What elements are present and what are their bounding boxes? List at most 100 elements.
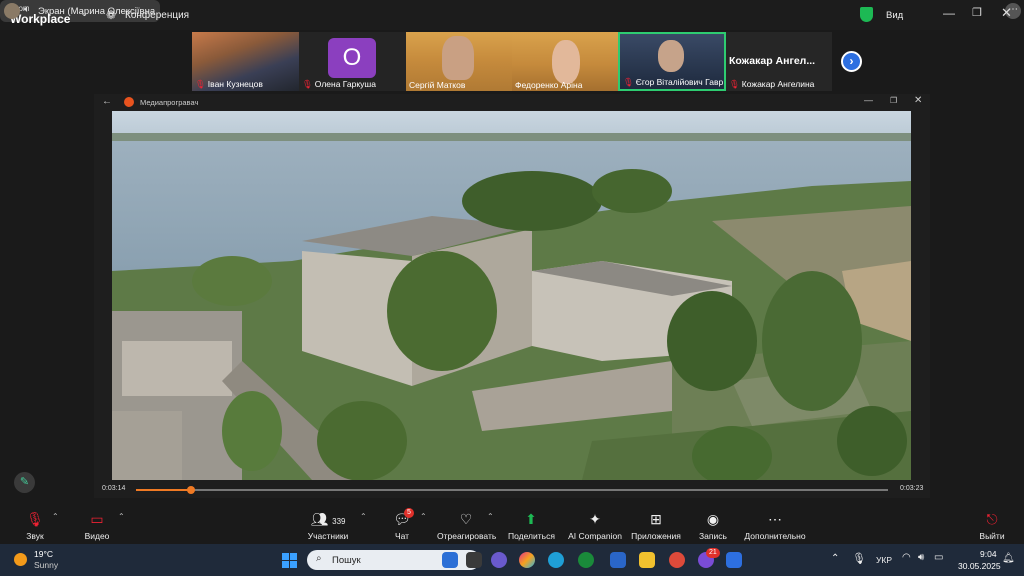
participant-name: 🎙︎ Іван Кузнецов <box>195 79 263 89</box>
search-placeholder: Пошук <box>332 555 361 566</box>
participant-video <box>658 40 684 72</box>
mic-icon[interactable]: 🎙︎ <box>852 552 866 565</box>
record-label: Запись <box>699 531 727 541</box>
taskbar-app-icon[interactable] <box>442 552 458 568</box>
sparkle-icon: ✦ <box>589 511 601 527</box>
store-icon[interactable] <box>610 552 626 568</box>
mic-muted-icon: 🎙︎ <box>623 77 634 87</box>
seek-bar[interactable]: 0:03:14 0:03:23 <box>94 480 930 498</box>
video-options-caret[interactable]: ⌃ <box>118 512 125 521</box>
record-icon: ◉ <box>706 511 720 527</box>
participant-tile-active-speaker[interactable]: 🎙︎ Єгор Віталійович Гавр... <box>618 32 726 91</box>
participant-name: Сергій Матков <box>409 80 466 90</box>
clock-time[interactable]: 9:04 <box>980 549 997 559</box>
player-title: Медиапрогравач <box>140 98 199 107</box>
participant-title: Кожакар Ангел... <box>729 55 816 67</box>
input-language[interactable]: УКР <box>876 555 892 565</box>
teams-icon[interactable] <box>491 552 507 568</box>
leave-button[interactable]: ⎋ Выйти <box>978 510 1006 541</box>
apps-button[interactable]: ⊞ Приложения <box>631 510 681 541</box>
mic-muted-icon: 🎙︎ <box>195 79 206 89</box>
progress-thumb[interactable] <box>186 486 195 494</box>
video-button[interactable]: ▭ Видео <box>82 510 112 541</box>
wifi-icon[interactable]: ◠ <box>902 552 911 563</box>
task-view-icon[interactable] <box>466 552 482 568</box>
ai-companion-button[interactable]: ✦ AI Companion <box>568 510 622 541</box>
back-arrow-icon[interactable]: ← <box>102 96 112 107</box>
apps-icon: ⊞ <box>650 511 662 527</box>
more-button[interactable]: ⋯ Дополнительно <box>742 510 808 541</box>
apps-label: Приложения <box>631 531 681 541</box>
browser-icon[interactable] <box>669 552 685 568</box>
maximize-icon[interactable]: ❐ <box>890 96 897 105</box>
leave-label: Выйти <box>979 531 1005 541</box>
shield-icon[interactable] <box>860 7 873 22</box>
share-button[interactable]: ⬆︎ Поделиться <box>508 510 555 541</box>
participant-name: 🎙︎ Єгор Віталійович Гавр... <box>623 77 726 87</box>
avatar: О <box>328 38 376 78</box>
notification-bell-icon[interactable]: 🔔︎ <box>1002 553 1015 564</box>
participant-name: 🎙︎ Кожакар Ангелина <box>729 79 815 89</box>
zoom-taskbar-icon[interactable] <box>726 552 742 568</box>
participant-tile[interactable]: Федоренко Аріна <box>512 32 618 91</box>
next-page-button[interactable]: › <box>841 51 862 72</box>
leave-icon: ⎋ <box>986 511 998 527</box>
participants-label: Участники <box>307 531 349 541</box>
participant-tile[interactable]: О 🎙︎ Олена Гаркуша <box>299 32 406 91</box>
viber-badge: 21 <box>706 548 720 558</box>
volume-icon[interactable]: 🔊︎ <box>918 552 924 563</box>
audio-options-caret[interactable]: ⌃ <box>52 512 59 521</box>
participant-tile[interactable]: 🎙︎ Іван Кузнецов <box>192 32 299 91</box>
minimize-icon[interactable]: — <box>864 95 873 105</box>
chat-label: Чат <box>394 531 410 541</box>
copilot-icon[interactable] <box>519 552 535 568</box>
speaker-icon: 🔈︎ <box>24 4 30 15</box>
close-icon[interactable]: ✕ <box>914 95 922 106</box>
participant-video <box>552 40 580 84</box>
windows-start-icon[interactable] <box>282 553 297 568</box>
participants-button[interactable]: 👥︎ 339 Участники <box>305 510 351 541</box>
ai-label: AI Companion <box>568 531 622 541</box>
aerial-school-image <box>112 111 911 480</box>
chevron-up-icon[interactable]: ⌃ <box>831 553 839 564</box>
video-off-icon: ▭ <box>90 511 104 527</box>
view-button[interactable]: Вид <box>886 10 903 21</box>
participants-options-caret[interactable]: ⌃ <box>360 512 367 521</box>
meeting-controls: 🎙︎ Звук ⌃ ▭ Видео ⌃ 👥︎ 339 Участники ⌃ 💬… <box>0 504 1024 544</box>
chat-options-caret[interactable]: ⌃ <box>420 512 427 521</box>
sun-icon[interactable] <box>14 553 27 566</box>
chat-button[interactable]: 💬︎ Чат 5 <box>390 508 414 541</box>
react-options-caret[interactable]: ⌃ <box>487 512 494 521</box>
chrome-icon[interactable] <box>578 552 594 568</box>
participant-tile[interactable]: Кожакар Ангел... 🎙︎ Кожакар Ангелина <box>726 32 832 91</box>
chat-badge: 5 <box>404 508 414 518</box>
audio-button[interactable]: 🎙︎ Звук <box>22 510 48 541</box>
weather-condition[interactable]: Sunny <box>34 560 58 570</box>
participant-tile[interactable]: Сергій Матков <box>406 32 512 91</box>
clock-date[interactable]: 30.05.2025 <box>958 561 1001 571</box>
record-button[interactable]: ◉ Запись <box>696 510 730 541</box>
minimize-icon[interactable]: — <box>943 6 955 20</box>
restore-icon[interactable]: ❐ <box>972 6 982 19</box>
battery-icon[interactable]: ▭ <box>934 552 943 563</box>
video-frame[interactable] <box>112 111 911 480</box>
video-label: Видео <box>84 531 110 541</box>
more-icon: ⋯ <box>768 511 782 527</box>
weather-temp[interactable]: 19°C <box>34 549 53 559</box>
share-label: Поделиться <box>508 531 555 541</box>
edge-icon[interactable] <box>548 552 564 568</box>
participants-icon: 👥︎ 339 <box>310 511 346 527</box>
title-bar: zoom Workplace ⌄ ❁ Конференция 🔈︎ Экран … <box>0 0 1024 30</box>
progress-fill <box>136 489 191 491</box>
audio-label: Звук <box>26 531 44 541</box>
annotate-pen-icon[interactable]: ✎ <box>14 472 35 493</box>
share-text: Экран (Марина Олексіївна <box>38 6 156 17</box>
file-explorer-icon[interactable] <box>639 552 655 568</box>
progress-track[interactable] <box>136 486 888 494</box>
react-label: Отреагировать <box>437 531 497 541</box>
total-time: 0:03:23 <box>900 485 924 492</box>
participant-video <box>442 36 474 80</box>
current-time: 0:03:14 <box>102 485 126 492</box>
close-icon[interactable]: ✕ <box>1001 5 1012 21</box>
participants-count: 339 <box>332 517 346 526</box>
